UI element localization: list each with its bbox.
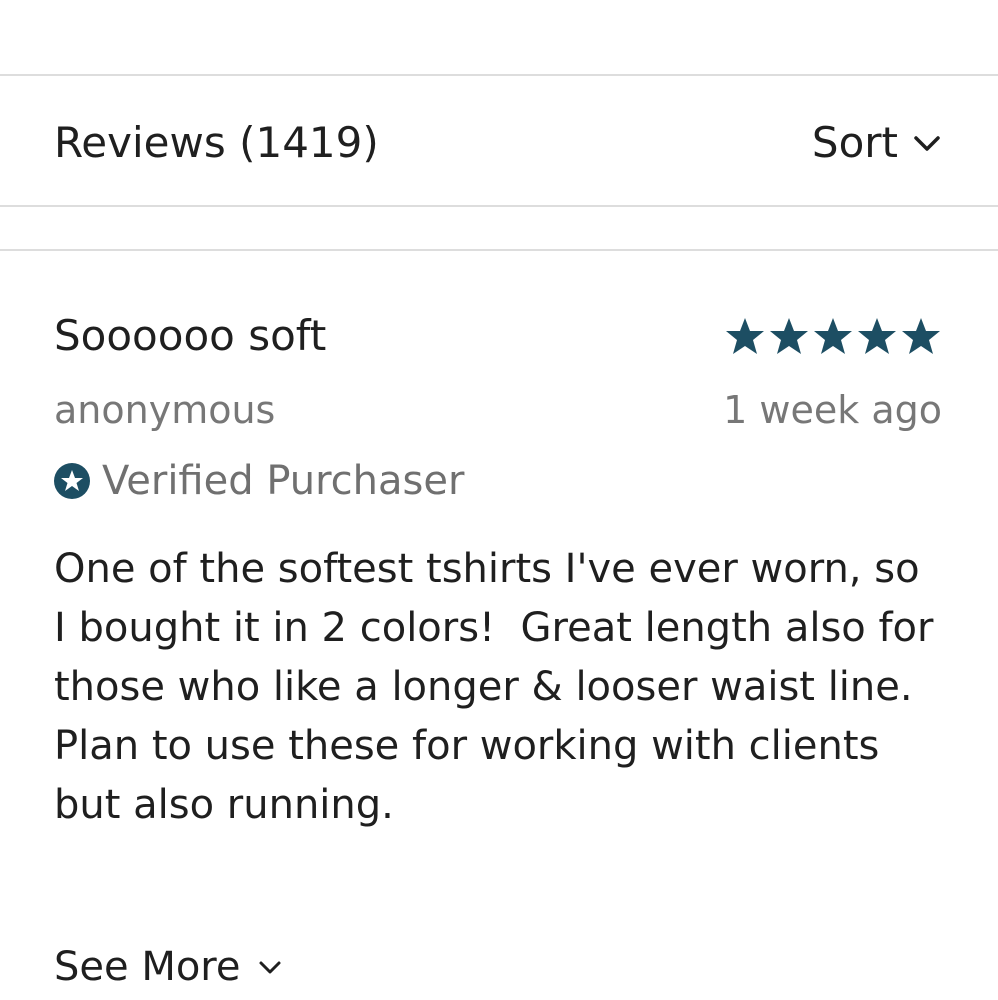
- see-more-button[interactable]: See More: [54, 942, 282, 992]
- star-icon: [770, 318, 808, 354]
- top-divider: [0, 74, 998, 76]
- review-title: Soooooo soft: [54, 311, 327, 360]
- chevron-down-icon: [259, 961, 281, 974]
- star-icon: [902, 318, 940, 354]
- review-date: 1 week ago: [723, 388, 942, 432]
- sort-button[interactable]: Sort: [812, 117, 942, 169]
- star-badge-icon: [54, 463, 90, 499]
- sort-label: Sort: [811, 118, 898, 167]
- verified-purchaser-label: Verified Purchaser: [102, 458, 465, 504]
- verified-badge: Verified Purchaser: [54, 456, 464, 506]
- star-icon: [814, 318, 852, 354]
- chevron-down-icon: [914, 136, 940, 151]
- review-body: One of the softest tshirts I've ever wor…: [54, 546, 947, 828]
- see-more-label: See More: [54, 944, 241, 990]
- reviews-page: Reviews (1419) Sort Soooooo soft anonymo…: [0, 0, 998, 1000]
- review-card: Soooooo soft anonymous 1 week ago Verifi…: [0, 252, 998, 1000]
- header-divider: [0, 205, 998, 207]
- reviews-count-heading: Reviews (1419): [54, 118, 379, 167]
- star-icon: [858, 318, 896, 354]
- star-rating: [724, 316, 942, 356]
- star-icon: [726, 318, 764, 354]
- reviews-header: Reviews (1419) Sort: [0, 77, 998, 205]
- review-top-divider: [0, 249, 998, 251]
- review-author: anonymous: [54, 388, 276, 432]
